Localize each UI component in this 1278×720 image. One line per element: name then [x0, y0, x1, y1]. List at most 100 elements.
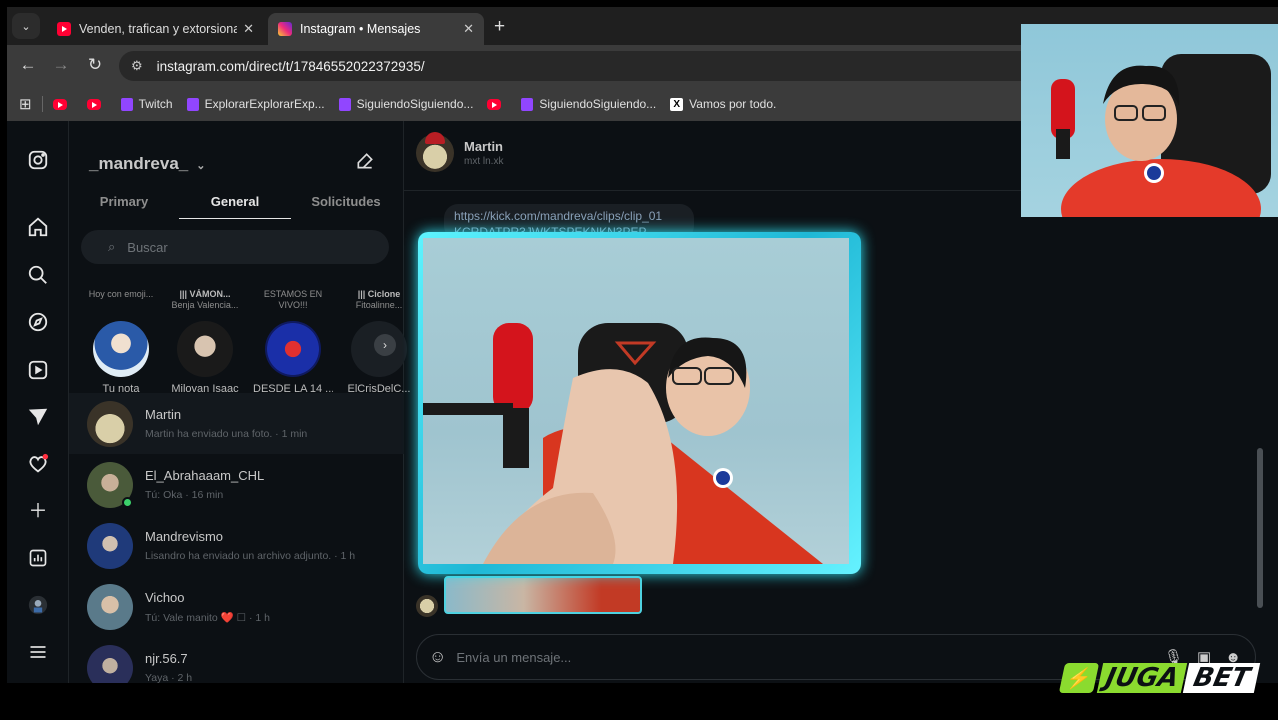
video-message-thumbnail[interactable] — [444, 576, 642, 614]
tab-search-button[interactable]: ⌄ — [12, 13, 40, 39]
x-icon: X — [670, 97, 684, 111]
note-bubble: ESTAMOS EN VIVO!!! — [263, 289, 323, 310]
bookmark-youtube[interactable] — [487, 98, 507, 110]
search-input[interactable]: ⌕ Buscar — [81, 230, 389, 264]
close-tab-icon[interactable]: ✕ — [243, 21, 254, 37]
note-item[interactable]: ESTAMOS EN VIVO!!! DESDE LA 14 ... — [253, 289, 333, 395]
bookmark-explorar[interactable]: ExplorarExplorarExp... — [186, 97, 325, 111]
streamer-webcam — [1021, 24, 1278, 217]
chat-name: Mandrevismo — [145, 529, 224, 544]
search-icon[interactable] — [26, 264, 50, 288]
note-bubble: ||| VÁMON... Benja Valencia... — [171, 289, 239, 310]
contact-name[interactable]: Martin — [464, 139, 503, 154]
bookmark-label: Twitch — [138, 97, 173, 111]
menu-hamburger-icon[interactable] — [26, 642, 50, 666]
youtube-icon — [57, 22, 71, 36]
note-item[interactable]: ||| VÁMON... Benja Valencia... Milovan Is… — [165, 289, 245, 395]
instagram-logo-icon[interactable] — [26, 149, 50, 173]
chat-list: Martin Martin ha enviado una foto. · 1 mi… — [69, 393, 404, 683]
chevron-down-icon: ⌄ — [21, 20, 31, 33]
sponsor-name-part1: JUGA — [1096, 663, 1188, 693]
tab-primary[interactable]: Primary — [69, 194, 179, 209]
inbox-panel: _mandreva_ ⌄ Primary General Solicitudes … — [69, 121, 410, 683]
chat-preview: Tú: Vale manito ❤️ ☐ · 1 h — [145, 611, 271, 624]
avatar — [416, 595, 438, 617]
site-settings-icon[interactable]: ⚙ — [131, 58, 143, 74]
reload-icon[interactable]: ↻ — [84, 55, 106, 75]
tab-youtube[interactable]: Venden, trafican y extorsionan: ✕ — [47, 13, 264, 45]
twitch-icon — [120, 97, 133, 111]
bookmark-label: SiguiendoSiguiendo... — [539, 97, 657, 111]
webcam-overlay-frame — [418, 232, 861, 574]
chat-row[interactable]: Mandrevismo Lisandro ha enviado un archiv… — [69, 515, 404, 576]
tab-requests[interactable]: Solicitudes — [291, 194, 401, 209]
back-icon[interactable]: ← — [17, 55, 39, 75]
new-tab-button[interactable]: + — [494, 16, 505, 38]
chat-preview: Lisandro ha enviado un archivo adjunto. … — [145, 550, 356, 562]
explore-icon[interactable] — [26, 311, 50, 335]
profile-avatar-icon[interactable] — [26, 595, 50, 619]
dashboard-icon[interactable] — [26, 548, 50, 572]
messages-icon[interactable] — [26, 406, 50, 430]
sponsor-name-part2: BET — [1183, 663, 1261, 693]
message-placeholder: Envía un mensaje... — [456, 649, 572, 665]
chat-preview: Yaya · 2 h — [145, 672, 193, 683]
bookmark-label: Vamos por todo. — [689, 97, 777, 111]
contact-username: mxt ln.xk — [464, 156, 504, 167]
bookmark-label: ExplorarExplorarExp... — [204, 97, 325, 111]
bookmark-siguiendo[interactable]: SiguiendoSiguiendo... — [521, 97, 656, 111]
avatar[interactable] — [416, 132, 454, 172]
bookmark-x[interactable]: X Vamos por todo. — [670, 97, 776, 111]
chat-name: Vichoo — [145, 589, 185, 605]
bookmark-twitch[interactable]: Twitch — [120, 97, 173, 111]
account-switcher[interactable]: _mandreva_ ⌄ — [89, 154, 205, 174]
compose-icon[interactable] — [355, 151, 375, 177]
emoji-icon[interactable]: ☺ — [429, 647, 446, 667]
bookmark-youtube[interactable] — [52, 98, 73, 110]
chat-row[interactable]: njr.56.7 Yaya · 2 h — [69, 637, 404, 683]
apps-grid-icon[interactable]: ⊞ — [19, 95, 32, 113]
reels-icon[interactable] — [26, 359, 50, 383]
note-item[interactable]: Hoy con emoji... Tu nota — [81, 289, 161, 395]
close-tab-icon[interactable]: ✕ — [463, 21, 474, 37]
chat-name: Martin — [145, 407, 182, 422]
avatar — [87, 461, 133, 508]
url-field[interactable]: ⚙ instagram.com/direct/t/178465520223729… — [119, 51, 1119, 81]
avatar — [87, 644, 133, 683]
inbox-tabs: Primary General Solicitudes — [69, 181, 404, 219]
chat-row[interactable]: Vichoo Tú: Vale manito ❤️ ☐ · 1 h — [69, 576, 404, 637]
twitch-icon — [338, 97, 351, 111]
avatar — [87, 400, 133, 447]
online-indicator — [122, 496, 133, 508]
url-text: instagram.com/direct/t/17846552022372935… — [156, 58, 425, 74]
chevron-right-icon[interactable]: › — [374, 334, 396, 356]
bookmark-youtube[interactable] — [86, 98, 107, 110]
chat-row[interactable]: El_Abrahaaam_CHL Tú: Oka · 16 min — [69, 454, 404, 515]
chat-name: El_Abrahaaam_CHL — [145, 468, 265, 483]
forward-icon[interactable]: → — [50, 55, 72, 75]
youtube-icon — [52, 98, 67, 110]
scrollbar[interactable] — [1257, 448, 1263, 608]
youtube-icon — [487, 98, 502, 110]
username-label: _mandreva_ — [89, 154, 189, 173]
notifications-heart-icon[interactable] — [26, 453, 50, 477]
tab-instagram[interactable]: Instagram • Mensajes ✕ — [268, 13, 484, 45]
active-tab-underline — [179, 218, 291, 219]
avatar — [265, 321, 321, 377]
chevron-down-icon: ⌄ — [196, 160, 206, 172]
home-icon[interactable] — [26, 216, 50, 240]
divider — [41, 96, 43, 112]
sponsor-logo: ⚡ JUGA BET — [1058, 663, 1261, 693]
chat-row[interactable]: Martin Martin ha enviado una foto. · 1 mi… — [69, 393, 404, 454]
avatar — [87, 522, 133, 569]
chat-name: njr.56.7 — [145, 651, 188, 666]
bookmark-siguiendo[interactable]: SiguiendoSiguiendo... — [338, 97, 473, 111]
twitch-icon — [521, 97, 534, 111]
twitch-icon — [186, 97, 199, 111]
search-icon: ⌕ — [108, 239, 116, 254]
create-plus-icon[interactable]: ＋ — [26, 500, 50, 524]
chat-preview: Tú: Oka · 16 min — [145, 489, 224, 501]
tab-general[interactable]: General — [180, 194, 290, 209]
instagram-icon — [278, 22, 292, 36]
tab-title: Venden, trafican y extorsionan: — [79, 22, 238, 36]
